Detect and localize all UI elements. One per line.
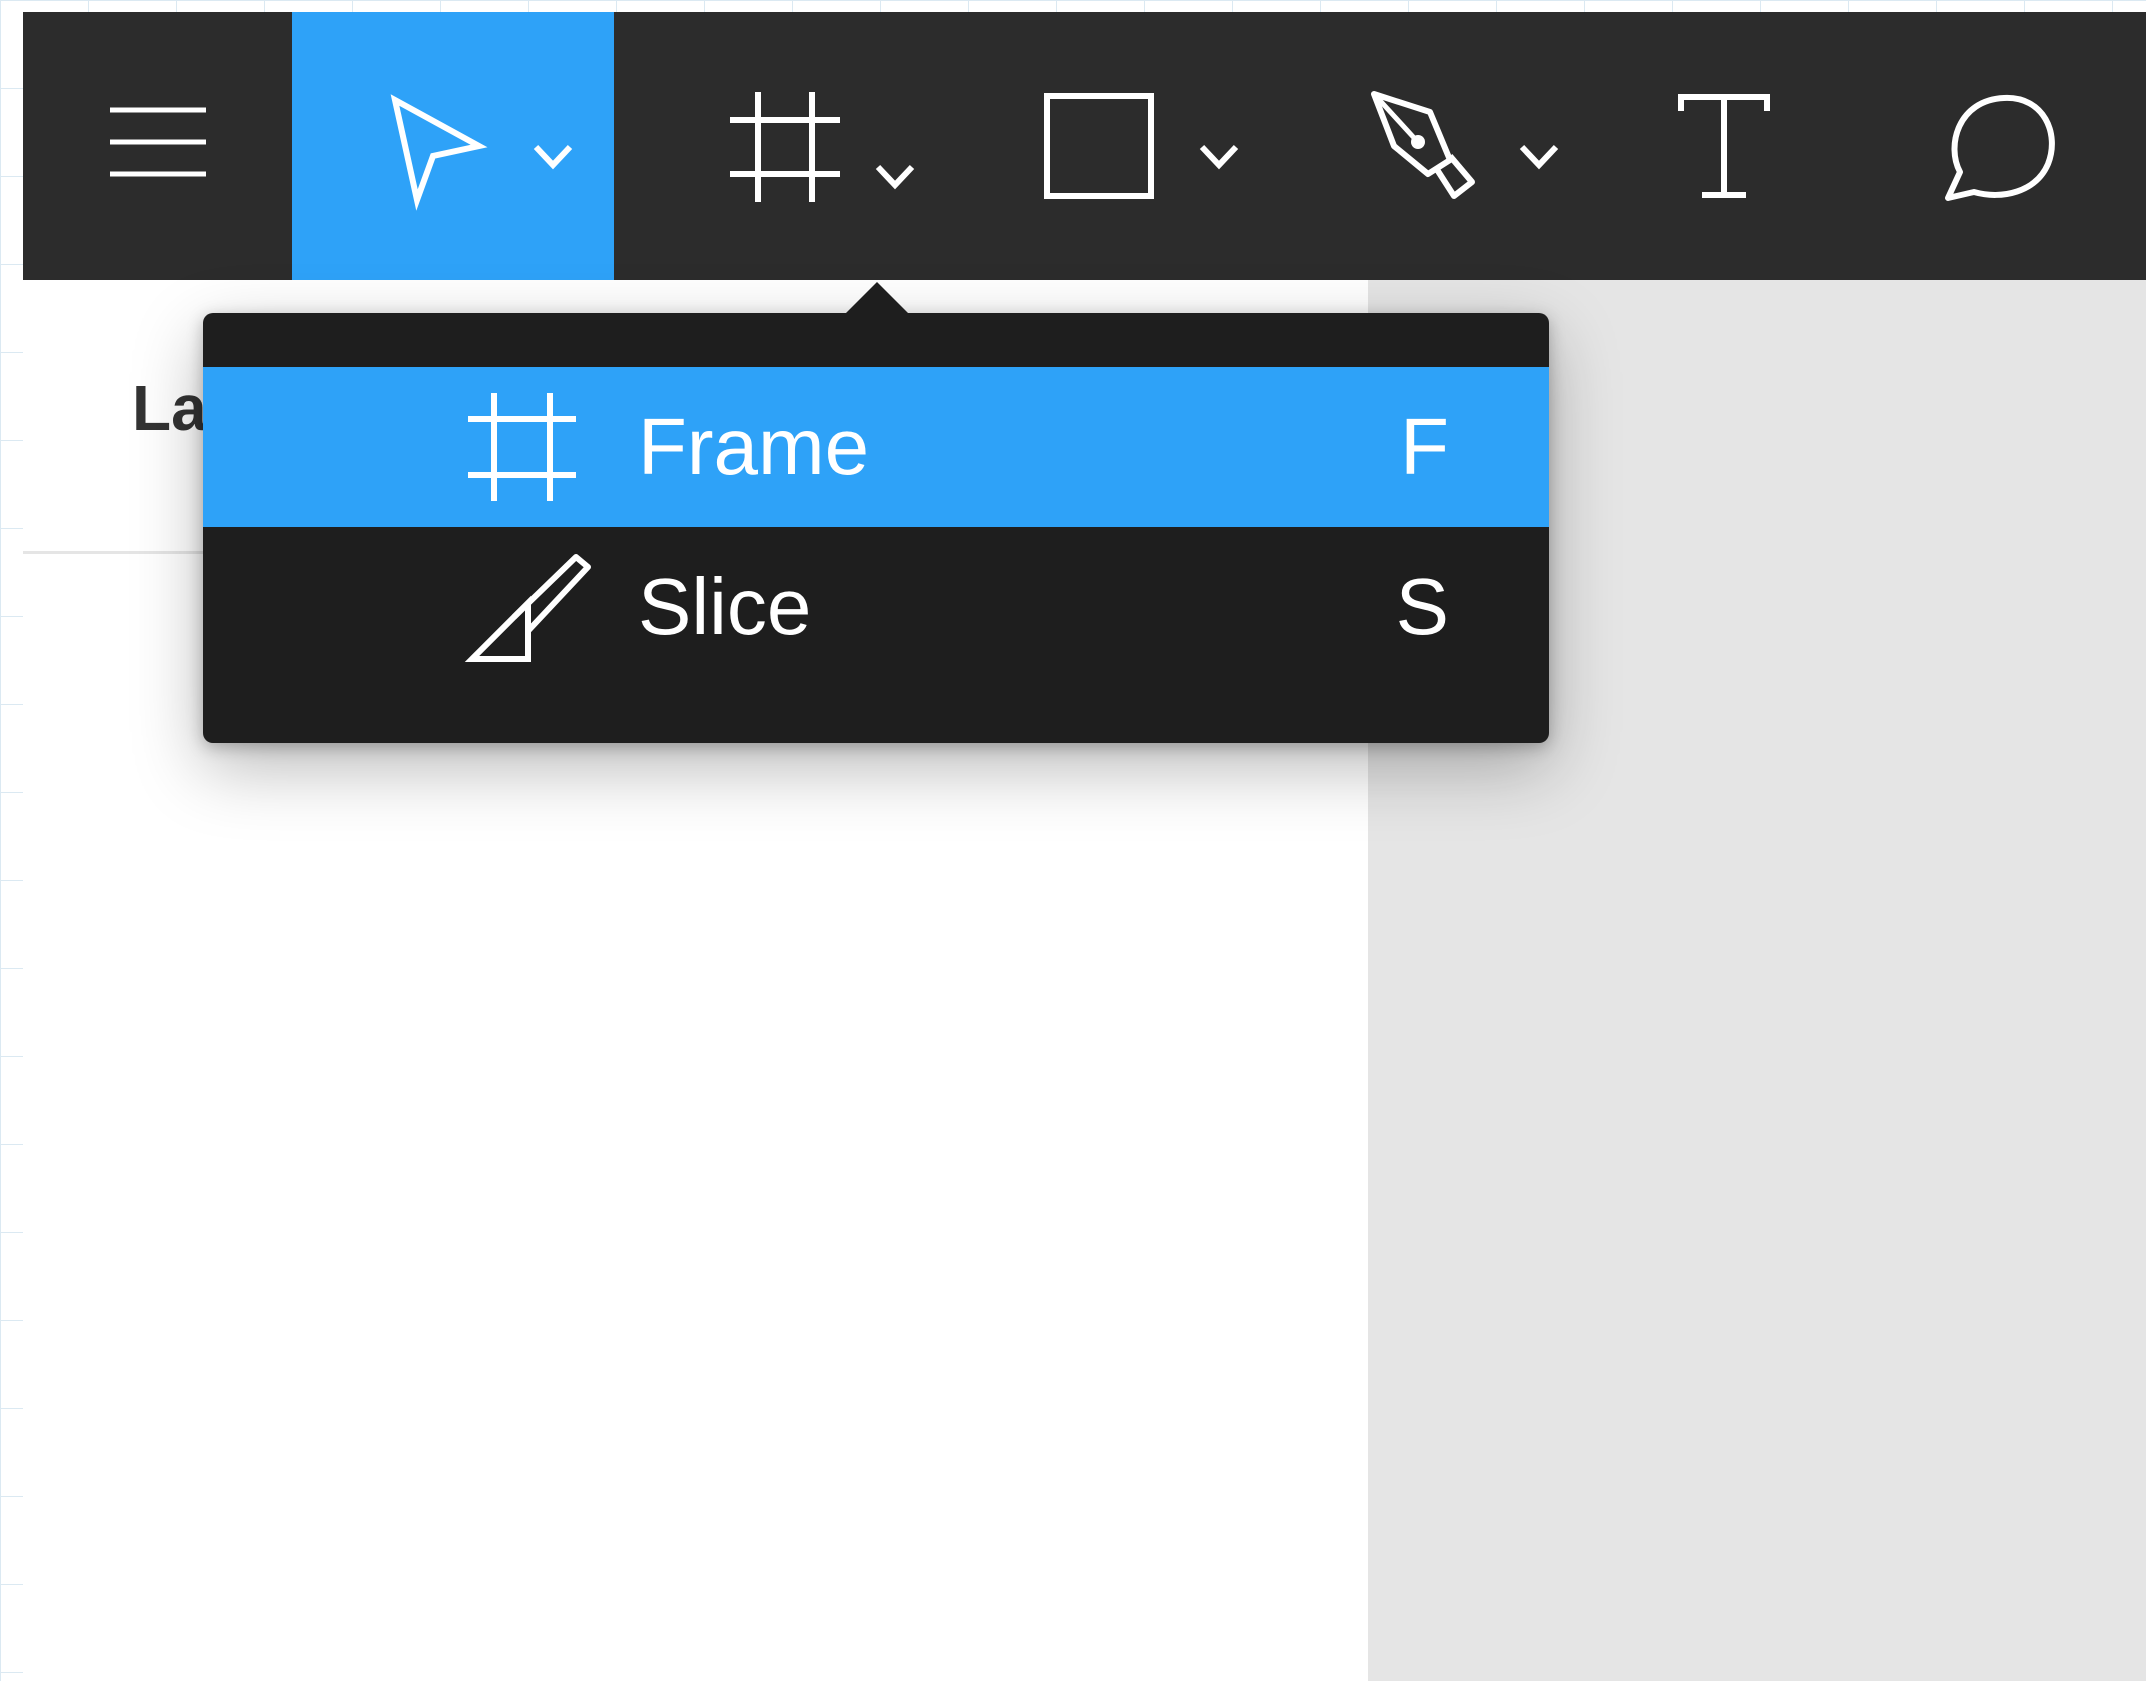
pen-tool-button[interactable]	[1313, 12, 1593, 280]
move-cursor-icon	[390, 94, 488, 211]
frame-icon	[468, 393, 576, 501]
chevron-down-icon[interactable]	[533, 144, 573, 170]
chevron-down-icon[interactable]	[1519, 144, 1559, 170]
layers-tab-label[interactable]: La	[132, 376, 207, 440]
rectangle-icon	[1044, 93, 1154, 199]
frame-tool-button[interactable]	[673, 12, 953, 280]
move-tool-button[interactable]	[292, 12, 614, 280]
shape-tool-button[interactable]	[993, 12, 1273, 280]
menu-item-label: Slice	[638, 562, 812, 651]
dropdown-caret	[845, 282, 909, 314]
hamburger-menu-icon	[110, 107, 206, 177]
chevron-down-icon[interactable]	[875, 164, 915, 190]
comment-tool-button[interactable]	[1893, 12, 2093, 280]
pen-icon	[1371, 91, 1475, 199]
text-icon	[1678, 94, 1770, 198]
chevron-down-icon[interactable]	[1199, 144, 1239, 170]
frame-icon	[730, 92, 840, 202]
comment-bubble-icon	[1945, 94, 2055, 201]
toolbar	[23, 12, 2146, 280]
frame-tool-dropdown: Frame F Slice S	[203, 313, 1549, 743]
text-tool-button[interactable]	[1633, 12, 1813, 280]
menu-item-shortcut: S	[1395, 562, 1449, 651]
main-menu-button[interactable]	[23, 12, 291, 280]
slice-knife-icon	[464, 554, 591, 662]
menu-item-frame[interactable]: Frame F	[203, 367, 1549, 527]
menu-item-shortcut: F	[1400, 402, 1449, 491]
menu-item-slice[interactable]: Slice S	[203, 527, 1549, 687]
menu-item-label: Frame	[638, 402, 870, 491]
